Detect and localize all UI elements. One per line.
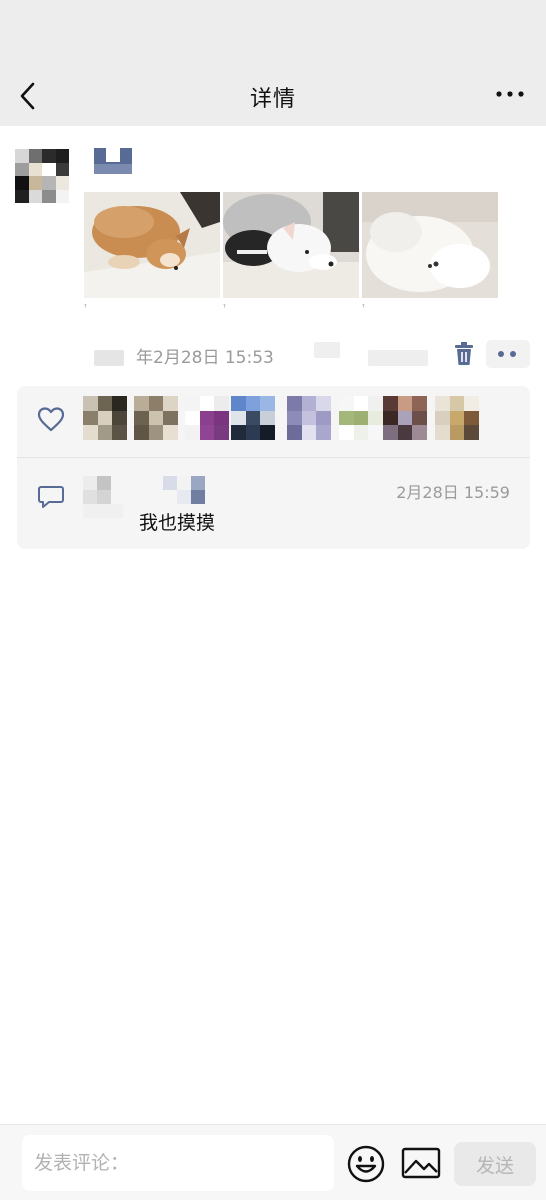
liker-avatar[interactable] xyxy=(339,396,383,440)
liker-avatar[interactable] xyxy=(134,396,178,440)
interactions-panel: 2月28日 15:59 我也摸摸 xyxy=(17,386,530,549)
page-title: 详情 xyxy=(249,87,296,112)
post-photo[interactable] xyxy=(223,192,359,298)
liker-avatar[interactable] xyxy=(383,396,427,440)
more-icon[interactable] xyxy=(494,86,526,106)
photo-caption: ? xyxy=(84,304,87,310)
liker-avatar[interactable] xyxy=(435,396,479,440)
divider xyxy=(17,457,530,458)
photo-caption: ? xyxy=(362,304,365,310)
liker-avatar[interactable] xyxy=(185,396,229,440)
dot-icon xyxy=(498,351,504,357)
emoji-icon[interactable] xyxy=(346,1144,386,1184)
comment-icon xyxy=(38,486,64,508)
heart-icon xyxy=(37,407,65,432)
post-photo[interactable] xyxy=(362,192,498,298)
comment-input-bar: 发送 xyxy=(0,1124,546,1200)
liker-avatar[interactable] xyxy=(231,396,275,440)
photo-grid: ? ? ? xyxy=(84,192,504,310)
send-button[interactable]: 发送 xyxy=(454,1142,536,1186)
image-icon[interactable] xyxy=(400,1145,442,1181)
comment-time: 2月28日 15:59 xyxy=(396,483,510,502)
blurred-location xyxy=(94,350,124,366)
dot-icon xyxy=(510,351,516,357)
post-photo[interactable] xyxy=(84,192,220,298)
comment-text[interactable]: 我也摸摸 xyxy=(139,508,215,535)
post-time: 年2月28日 15:53 xyxy=(136,348,274,368)
nav-bar: 详情 xyxy=(0,66,546,126)
author-name[interactable] xyxy=(94,148,132,174)
blurred-text xyxy=(314,342,340,358)
avatar[interactable] xyxy=(15,149,69,203)
liker-avatar[interactable] xyxy=(287,396,331,440)
comment-input[interactable] xyxy=(22,1135,334,1191)
blurred-text xyxy=(368,350,428,366)
trash-icon[interactable] xyxy=(454,342,474,366)
photo-caption: ? xyxy=(223,304,226,310)
post-meta: 年2月28日 15:53 xyxy=(84,340,530,370)
more-actions-button[interactable] xyxy=(486,340,530,368)
status-bar xyxy=(0,0,546,66)
liker-avatar[interactable] xyxy=(83,396,127,440)
